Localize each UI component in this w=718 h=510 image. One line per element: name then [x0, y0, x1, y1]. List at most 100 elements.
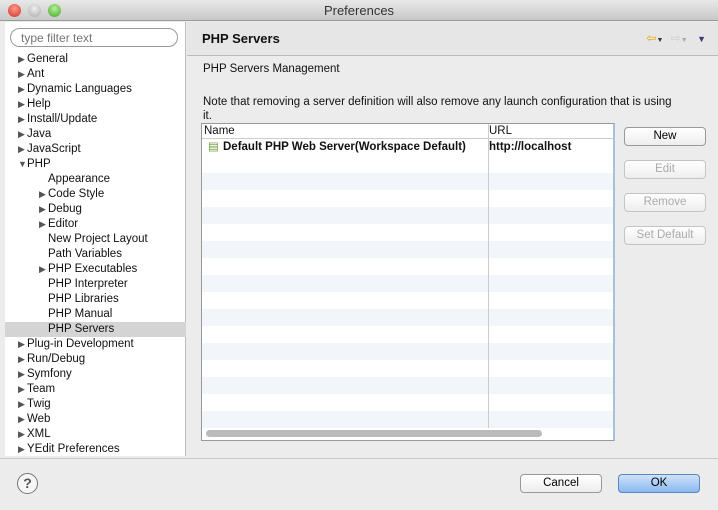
tree-item-label: Plug-in Development [27, 338, 134, 350]
table-row[interactable] [202, 241, 613, 258]
collapsed-arrow-icon[interactable]: ▶ [39, 262, 48, 277]
tree-item-label: PHP [27, 158, 51, 170]
tree-item-label: PHP Executables [48, 263, 138, 275]
tree-item[interactable]: ▶ PHP Executables [5, 262, 186, 277]
tree-item[interactable]: Appearance [5, 172, 186, 187]
cancel-button[interactable]: Cancel [520, 474, 602, 493]
table-row[interactable] [202, 292, 613, 309]
table-row[interactable] [202, 343, 613, 360]
dialog-footer: ? Cancel OK [0, 458, 718, 510]
tree-item[interactable]: ▶ Twig [5, 397, 186, 412]
collapsed-arrow-icon[interactable]: ▶ [18, 127, 27, 142]
help-icon[interactable]: ? [17, 473, 38, 494]
table-row[interactable] [202, 258, 613, 275]
tree-item[interactable]: Path Variables [5, 247, 186, 262]
tree-item-label: PHP Libraries [48, 293, 119, 305]
filter-input[interactable] [10, 28, 178, 47]
table-row[interactable] [202, 377, 613, 394]
tree-item[interactable]: ▶ Java [5, 127, 186, 142]
close-window-button[interactable] [8, 4, 21, 17]
tree-item[interactable]: ▶ Ant [5, 67, 186, 82]
tree-item[interactable]: ▶ XML [5, 427, 186, 442]
tree-item[interactable]: PHP Servers [5, 322, 186, 337]
collapsed-arrow-icon[interactable]: ▶ [18, 427, 27, 442]
preferences-tree: ▶ General ▶ Ant ▶ Dynamic Languages ▶ Help ▶ Inst… [5, 52, 186, 457]
set-default-button[interactable]: Set Default [624, 226, 706, 245]
tree-item[interactable]: PHP Libraries [5, 292, 186, 307]
collapsed-arrow-icon[interactable]: ▶ [18, 142, 27, 157]
collapsed-arrow-icon[interactable]: ▶ [18, 412, 27, 427]
minimize-window-button[interactable] [28, 4, 41, 17]
tree-item[interactable]: ▶ Help [5, 97, 186, 112]
tree-item[interactable]: ▶ Team [5, 382, 186, 397]
tree-item[interactable]: ▶ Code Style [5, 187, 186, 202]
tree-item[interactable]: ▼ PHP [5, 157, 186, 172]
collapsed-arrow-icon[interactable]: ▶ [39, 202, 48, 217]
tree-item-label: New Project Layout [48, 233, 148, 245]
tree-item-label: Code Style [48, 188, 105, 200]
ok-button[interactable]: OK [618, 474, 700, 493]
collapsed-arrow-icon[interactable]: ▶ [18, 337, 27, 352]
expanded-arrow-icon[interactable]: ▼ [18, 157, 27, 172]
table-row[interactable] [202, 224, 613, 241]
table-row[interactable] [202, 394, 613, 411]
table-row[interactable] [202, 326, 613, 343]
back-dropdown-icon[interactable]: ▼ [656, 37, 663, 44]
collapsed-arrow-icon[interactable]: ▶ [39, 187, 48, 202]
view-menu-icon[interactable]: ▼ [697, 34, 706, 44]
table-row[interactable] [202, 190, 613, 207]
tree-item[interactable]: ▶ Symfony [5, 367, 186, 382]
tree-item[interactable]: ▶ Plug-in Development [5, 337, 186, 352]
collapsed-arrow-icon[interactable]: ▶ [18, 97, 27, 112]
table-row[interactable] [202, 411, 613, 428]
collapsed-arrow-icon[interactable]: ▶ [18, 367, 27, 382]
collapsed-arrow-icon[interactable]: ▶ [18, 352, 27, 367]
tree-item[interactable]: ▶ Editor [5, 217, 186, 232]
column-header-url[interactable]: URL [489, 124, 512, 138]
tree-item-label: Java [27, 128, 52, 140]
tree-item-label: Help [27, 98, 51, 110]
tree-item-label: Web [27, 413, 51, 425]
horizontal-scrollbar[interactable] [206, 430, 542, 437]
table-row[interactable]: ▤ Default PHP Web Server(Workspace Defaul… [202, 139, 613, 156]
tree-item-label: Appearance [48, 173, 111, 185]
page-header: PHP Servers ⇦▼ ⇨▼ ▼ [187, 22, 718, 56]
collapsed-arrow-icon[interactable]: ▶ [18, 442, 27, 457]
tree-item[interactable]: ▶ General [5, 52, 186, 67]
tree-item[interactable]: ▶ Dynamic Languages [5, 82, 186, 97]
table-header: Name URL [202, 124, 613, 139]
tree-item[interactable]: ▶ Install/Update [5, 112, 186, 127]
table-row[interactable] [202, 360, 613, 377]
tree-item[interactable]: PHP Manual [5, 307, 186, 322]
table-row[interactable] [202, 309, 613, 326]
tree-item[interactable]: ▶ Run/Debug [5, 352, 186, 367]
table-row[interactable] [202, 173, 613, 190]
table-row[interactable] [202, 275, 613, 292]
edit-button[interactable]: Edit [624, 160, 706, 179]
table-row[interactable] [202, 156, 613, 173]
zoom-window-button[interactable] [48, 4, 61, 17]
tree-item[interactable]: PHP Interpreter [5, 277, 186, 292]
collapsed-arrow-icon[interactable]: ▶ [18, 82, 27, 97]
new-button[interactable]: New [624, 127, 706, 146]
back-arrow-icon[interactable]: ⇦ [646, 31, 656, 45]
table-row[interactable] [202, 207, 613, 224]
column-header-name[interactable]: Name [204, 124, 235, 138]
tree-item[interactable]: ▶ YEdit Preferences [5, 442, 186, 457]
tree-item[interactable]: ▶ JavaScript [5, 142, 186, 157]
collapsed-arrow-icon[interactable]: ▶ [18, 382, 27, 397]
collapsed-arrow-icon[interactable]: ▶ [18, 397, 27, 412]
column-divider [488, 124, 489, 428]
tree-item-label: PHP Interpreter [48, 278, 128, 290]
collapsed-arrow-icon[interactable]: ▶ [39, 217, 48, 232]
tree-item[interactable]: New Project Layout [5, 232, 186, 247]
tree-item[interactable]: ▶ Debug [5, 202, 186, 217]
server-name: Default PHP Web Server(Workspace Default… [223, 141, 466, 153]
collapsed-arrow-icon[interactable]: ▶ [18, 112, 27, 127]
remove-button[interactable]: Remove [624, 193, 706, 212]
forward-arrow-icon[interactable]: ⇨ [671, 31, 681, 45]
tree-item[interactable]: ▶ Web [5, 412, 186, 427]
forward-dropdown-icon[interactable]: ▼ [681, 37, 688, 44]
collapsed-arrow-icon[interactable]: ▶ [18, 67, 27, 82]
collapsed-arrow-icon[interactable]: ▶ [18, 52, 27, 67]
